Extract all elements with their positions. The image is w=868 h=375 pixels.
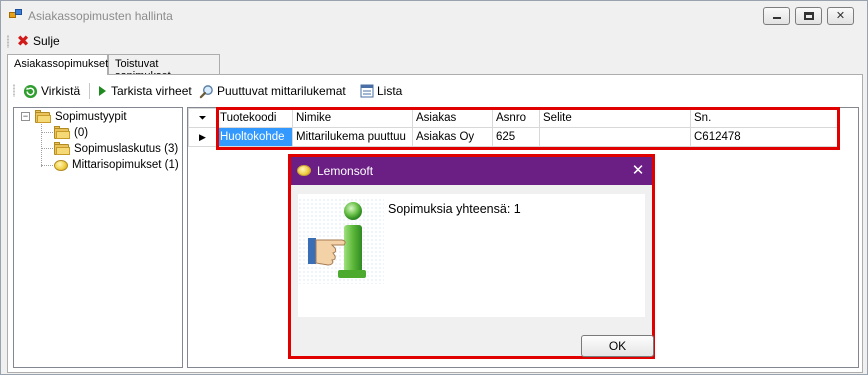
- refresh-label: Virkistä: [41, 84, 81, 98]
- tree-root-label: Sopimustyypit: [55, 111, 127, 123]
- dialog-message: Sopimuksia yhteensä: 1: [388, 202, 521, 216]
- cell-asiakas[interactable]: Asiakas Oy: [412, 127, 493, 147]
- minimize-icon: [773, 17, 781, 19]
- tree-line: [41, 165, 53, 166]
- lemon-icon: [54, 159, 68, 171]
- tree-item-empty[interactable]: (0): [54, 125, 88, 141]
- lemon-icon: [297, 165, 311, 176]
- tab-toistuvat-sopimukset[interactable]: Toistuvat sopimukset: [108, 54, 220, 82]
- title-bar: Asiakassopimusten hallinta ✕: [1, 1, 867, 29]
- app-icon: [9, 9, 23, 21]
- table-row[interactable]: ▶ Huoltokohde Mittarilukema puuttuu Asia…: [188, 127, 838, 147]
- dialog-body: Sopimuksia yhteensä: 1: [298, 194, 645, 317]
- cell-nimike[interactable]: Mittarilukema puuttuu: [292, 127, 413, 147]
- window-title: Asiakassopimusten hallinta: [28, 9, 173, 23]
- tab-asiakassopimukset[interactable]: Asiakassopimukset: [7, 54, 108, 75]
- contracts-table: ⏷ Tuotekoodi Nimike Asiakas Asnro Selite…: [188, 108, 838, 147]
- close-button[interactable]: ✖ Sulje: [14, 31, 62, 51]
- folder-icon: [54, 142, 70, 155]
- dialog-close-icon[interactable]: ✕: [629, 161, 647, 179]
- tree-line: [41, 148, 53, 149]
- column-header-selite[interactable]: Selite: [539, 108, 691, 128]
- main-toolbar: ✖ Sulje: [2, 30, 867, 52]
- info-hand-icon: [298, 198, 384, 284]
- close-icon: ✕: [835, 9, 846, 22]
- cell-tuotekoodi[interactable]: Huoltokohde: [216, 127, 293, 147]
- filter-icon[interactable]: ⏷: [188, 108, 217, 128]
- column-header-nimike[interactable]: Nimike: [292, 108, 413, 128]
- magnifier-icon: [199, 84, 213, 98]
- action-toolbar: Virkistä Tarkista virheet Puuttuvat mitt…: [11, 80, 861, 102]
- toolbar-grip[interactable]: [13, 84, 15, 97]
- row-selector-icon[interactable]: ▶: [188, 127, 217, 147]
- tree-line: [41, 124, 42, 167]
- column-header-sn[interactable]: Sn.: [690, 108, 838, 128]
- folder-icon: [54, 126, 70, 139]
- minimize-button[interactable]: [763, 7, 790, 25]
- grid-header-row: ⏷ Tuotekoodi Nimike Asiakas Asnro Selite…: [188, 108, 838, 128]
- tree-line: [41, 132, 53, 133]
- ok-button[interactable]: OK: [581, 335, 654, 357]
- tree-item-label: Sopimuslaskutus (3): [74, 143, 179, 155]
- list-icon: [360, 84, 374, 98]
- message-dialog: Lemonsoft ✕ Sopimuksia yhteensä: 1 OK: [291, 157, 654, 357]
- window-close-button[interactable]: ✕: [827, 7, 854, 25]
- missing-readings-label: Puuttuvat mittarilukemat: [217, 84, 346, 98]
- column-header-tuotekoodi[interactable]: Tuotekoodi: [216, 108, 293, 128]
- cell-selite[interactable]: [539, 127, 691, 147]
- tree-item-mittarisopimukset[interactable]: Mittarisopimukset (1): [54, 157, 179, 173]
- check-errors-label: Tarkista virheet: [111, 84, 192, 98]
- cell-asnro[interactable]: 625: [492, 127, 540, 147]
- missing-readings-button[interactable]: Puuttuvat mittarilukemat: [197, 81, 348, 101]
- tree-root-sopimustyypit[interactable]: Sopimustyypit: [35, 109, 127, 125]
- play-arrow-icon: [99, 86, 106, 96]
- close-button-label: Sulje: [33, 34, 60, 48]
- main-window: Asiakassopimusten hallinta ✕ ✖ Sulje Asi…: [0, 0, 868, 375]
- list-button[interactable]: Lista: [358, 81, 404, 101]
- contract-type-tree[interactable]: − Sopimustyypit (0) Sopimuslaskutus (3) …: [13, 107, 183, 368]
- x-icon: ✖: [16, 32, 30, 50]
- tree-item-label: Mittarisopimukset (1): [72, 159, 179, 171]
- open-folder-icon: [35, 110, 51, 123]
- column-header-asiakas[interactable]: Asiakas: [412, 108, 493, 128]
- maximize-icon: [804, 12, 814, 20]
- toolbar-grip[interactable]: [7, 35, 9, 48]
- refresh-icon: [23, 84, 38, 98]
- tree-item-sopimuslaskutus[interactable]: Sopimuslaskutus (3): [54, 141, 178, 157]
- dialog-title-bar: Lemonsoft ✕: [291, 157, 652, 185]
- highlight-frame-dialog: Lemonsoft ✕ Sopimuksia yhteensä: 1 OK: [288, 154, 655, 359]
- maximize-button[interactable]: [795, 7, 822, 25]
- column-header-asnro[interactable]: Asnro: [492, 108, 540, 128]
- refresh-button[interactable]: Virkistä: [21, 81, 82, 101]
- tree-item-label: (0): [74, 127, 89, 139]
- toolbar-separator: [89, 83, 90, 99]
- cell-sn[interactable]: C612478: [690, 127, 838, 147]
- list-label: Lista: [377, 84, 403, 98]
- check-errors-button[interactable]: Tarkista virheet: [94, 81, 194, 101]
- dialog-title: Lemonsoft: [317, 164, 374, 178]
- collapse-toggle-icon[interactable]: −: [21, 112, 30, 121]
